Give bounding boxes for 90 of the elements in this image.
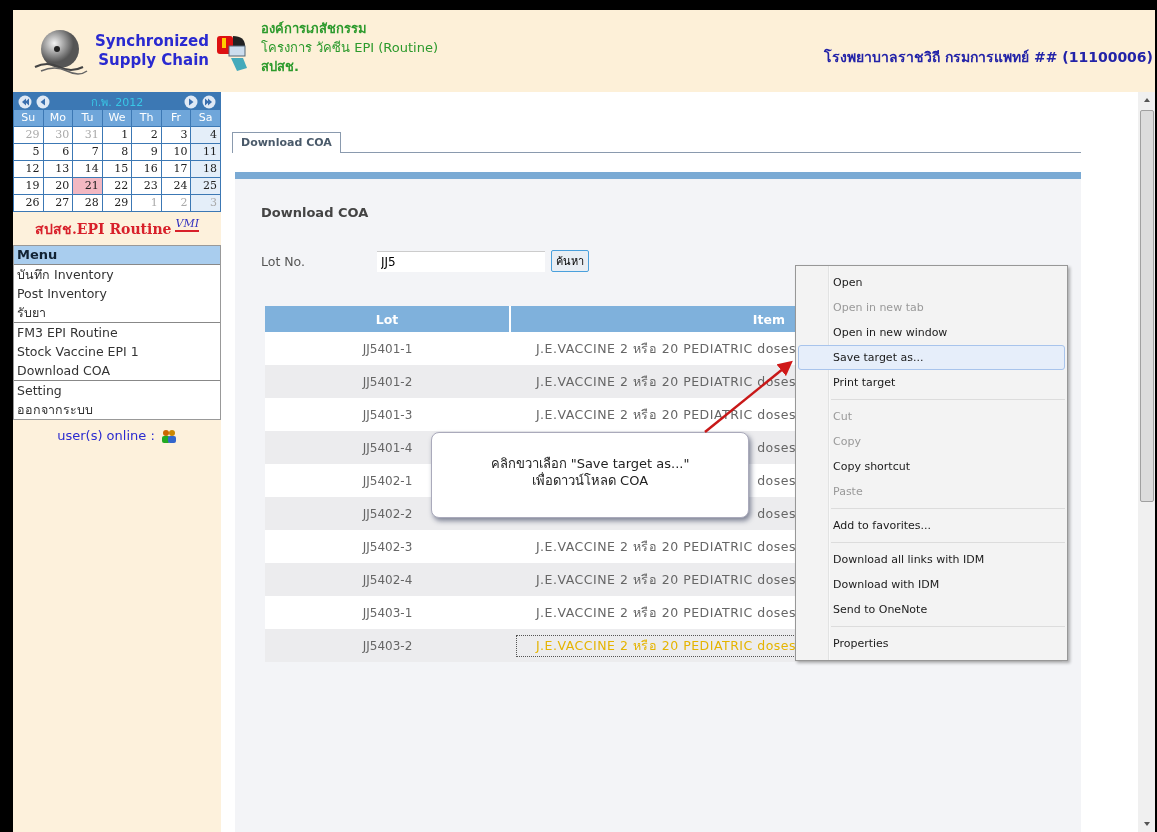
calendar-day[interactable]: 13 [43,161,73,177]
calendar-day[interactable]: 19 [14,178,43,194]
calendar-day[interactable]: 21 [73,178,102,194]
users-online-label: user(s) online : [57,428,155,443]
weekday-label: We [102,110,132,126]
scroll-thumb[interactable] [1139,110,1154,502]
calendar-day[interactable]: 23 [132,178,161,194]
menu-item[interactable]: Download COA [14,361,220,380]
weekday-label: Th [132,110,161,126]
calendar-day[interactable]: 14 [73,161,102,177]
scroll-up-icon[interactable] [1141,96,1152,104]
calendar-day[interactable]: 25 [191,178,220,194]
context-menu-item[interactable]: Properties [798,631,1065,656]
calendar-day[interactable]: 26 [14,195,43,211]
calendar-day[interactable]: 3 [161,127,191,143]
context-menu-item[interactable]: Print target [798,370,1065,395]
calendar-last-button[interactable] [202,94,216,109]
calendar-day[interactable]: 17 [161,161,191,177]
calendar-day[interactable]: 20 [43,178,73,194]
calendar-day[interactable]: 8 [102,144,132,160]
weekday-label: Mo [43,110,73,126]
calendar-day[interactable]: 12 [14,161,43,177]
menu-item[interactable]: Setting [14,381,220,400]
table-cell: JJ5403-1 [265,596,510,629]
lot-number-field[interactable]: JJ5 [377,250,545,272]
search-button[interactable]: ค้นหา [551,250,589,272]
app-name: Synchronized [95,32,209,51]
calendar-day[interactable]: 6 [43,144,73,160]
table-cell: JJ5401-1 [265,332,510,365]
table-cell: JJ5403-2 [265,629,510,662]
table-cell: JJ5401-3 [265,398,510,431]
context-menu-item[interactable]: Send to OneNote [798,597,1065,622]
calendar-day[interactable]: 22 [102,178,132,194]
menu-item[interactable]: รับยา [14,303,220,322]
menu-title: Menu [14,246,220,264]
organization-line: สปสช. [261,57,300,76]
calendar-day[interactable]: 28 [73,195,102,211]
program-badge: VMI [175,216,200,232]
weekday-label: Fr [161,110,191,126]
menu-item[interactable]: Post Inventory [14,284,220,303]
calendar-day[interactable]: 10 [161,144,191,160]
context-menu-item[interactable]: Download with IDM [798,572,1065,597]
menu-item[interactable]: ออกจากระบบ [14,400,220,419]
calendar-day[interactable]: 18 [191,161,220,177]
context-menu-item[interactable]: Copy shortcut [798,454,1065,479]
menu-item[interactable]: FM3 EPI Routine [14,323,220,342]
weekday-label: Sa [191,110,220,126]
globe-icon [33,27,89,75]
calendar-day[interactable]: 5 [14,144,43,160]
table-cell: JJ5402-4 [265,563,510,596]
calendar-next-button[interactable] [184,94,198,109]
tab[interactable]: Download COA [232,132,341,153]
menu-item[interactable]: Stock Vaccine EPI 1 [14,342,220,361]
calendar-day[interactable]: 15 [102,161,132,177]
column-header: Lot [265,306,510,332]
program-title: สปสช.EPI Routine [34,220,172,239]
context-menu-item[interactable]: Download all links with IDM [798,547,1065,572]
calendar-first-button[interactable] [18,94,32,109]
item-link[interactable]: J.E.VACCINE 2 หรือ 20 PEDIATRIC doses [517,602,797,623]
context-menu-item[interactable]: Save target as... [798,345,1065,370]
menu-item[interactable]: บันทึก Inventory [14,265,220,284]
users-icon [160,428,177,443]
context-menu-item[interactable]: Add to favorites... [798,513,1065,538]
scrollbar[interactable] [1138,92,1155,832]
context-menu-item[interactable]: Open [798,270,1065,295]
calendar-day[interactable]: 24 [161,178,191,194]
organization-line: โครงการ วัคซีน EPI (Routine) [261,38,438,57]
calendar-day[interactable]: 1 [102,127,132,143]
calendar-day[interactable]: 16 [132,161,161,177]
table-cell: JJ5402-3 [265,530,510,563]
weekday-label: Su [14,110,43,126]
scroll-down-icon[interactable] [1141,820,1152,828]
calendar-day[interactable]: 27 [43,195,73,211]
calendar-day[interactable]: 2 [132,127,161,143]
calendar-day[interactable]: 11 [191,144,220,160]
calendar-previous-button[interactable] [36,94,50,109]
calendar-day[interactable]: 9 [132,144,161,160]
item-link[interactable]: J.E.VACCINE 2 หรือ 20 PEDIATRIC doses [517,569,797,590]
month-label: ก.พ. 2012 [89,94,145,111]
app-name: Supply Chain [97,51,209,70]
item-link[interactable]: J.E.VACCINE 2 หรือ 20 PEDIATRIC doses [517,536,797,557]
panel-title: Download COA [261,205,370,220]
table-cell: JJ5401-2 [265,365,510,398]
lot-label: Lot No. [261,253,307,269]
calendar-day[interactable]: 4 [191,127,220,143]
weekday-label: Tu [73,110,102,126]
organization-line: องค์การเภสัชกรรม [261,19,368,38]
calendar-day[interactable]: 7 [73,144,102,160]
hospital-name: โรงพยาบาลราชวิถี กรมการแพทย์ ## (11100006) [824,47,1153,67]
calendar-day[interactable]: 29 [102,195,132,211]
